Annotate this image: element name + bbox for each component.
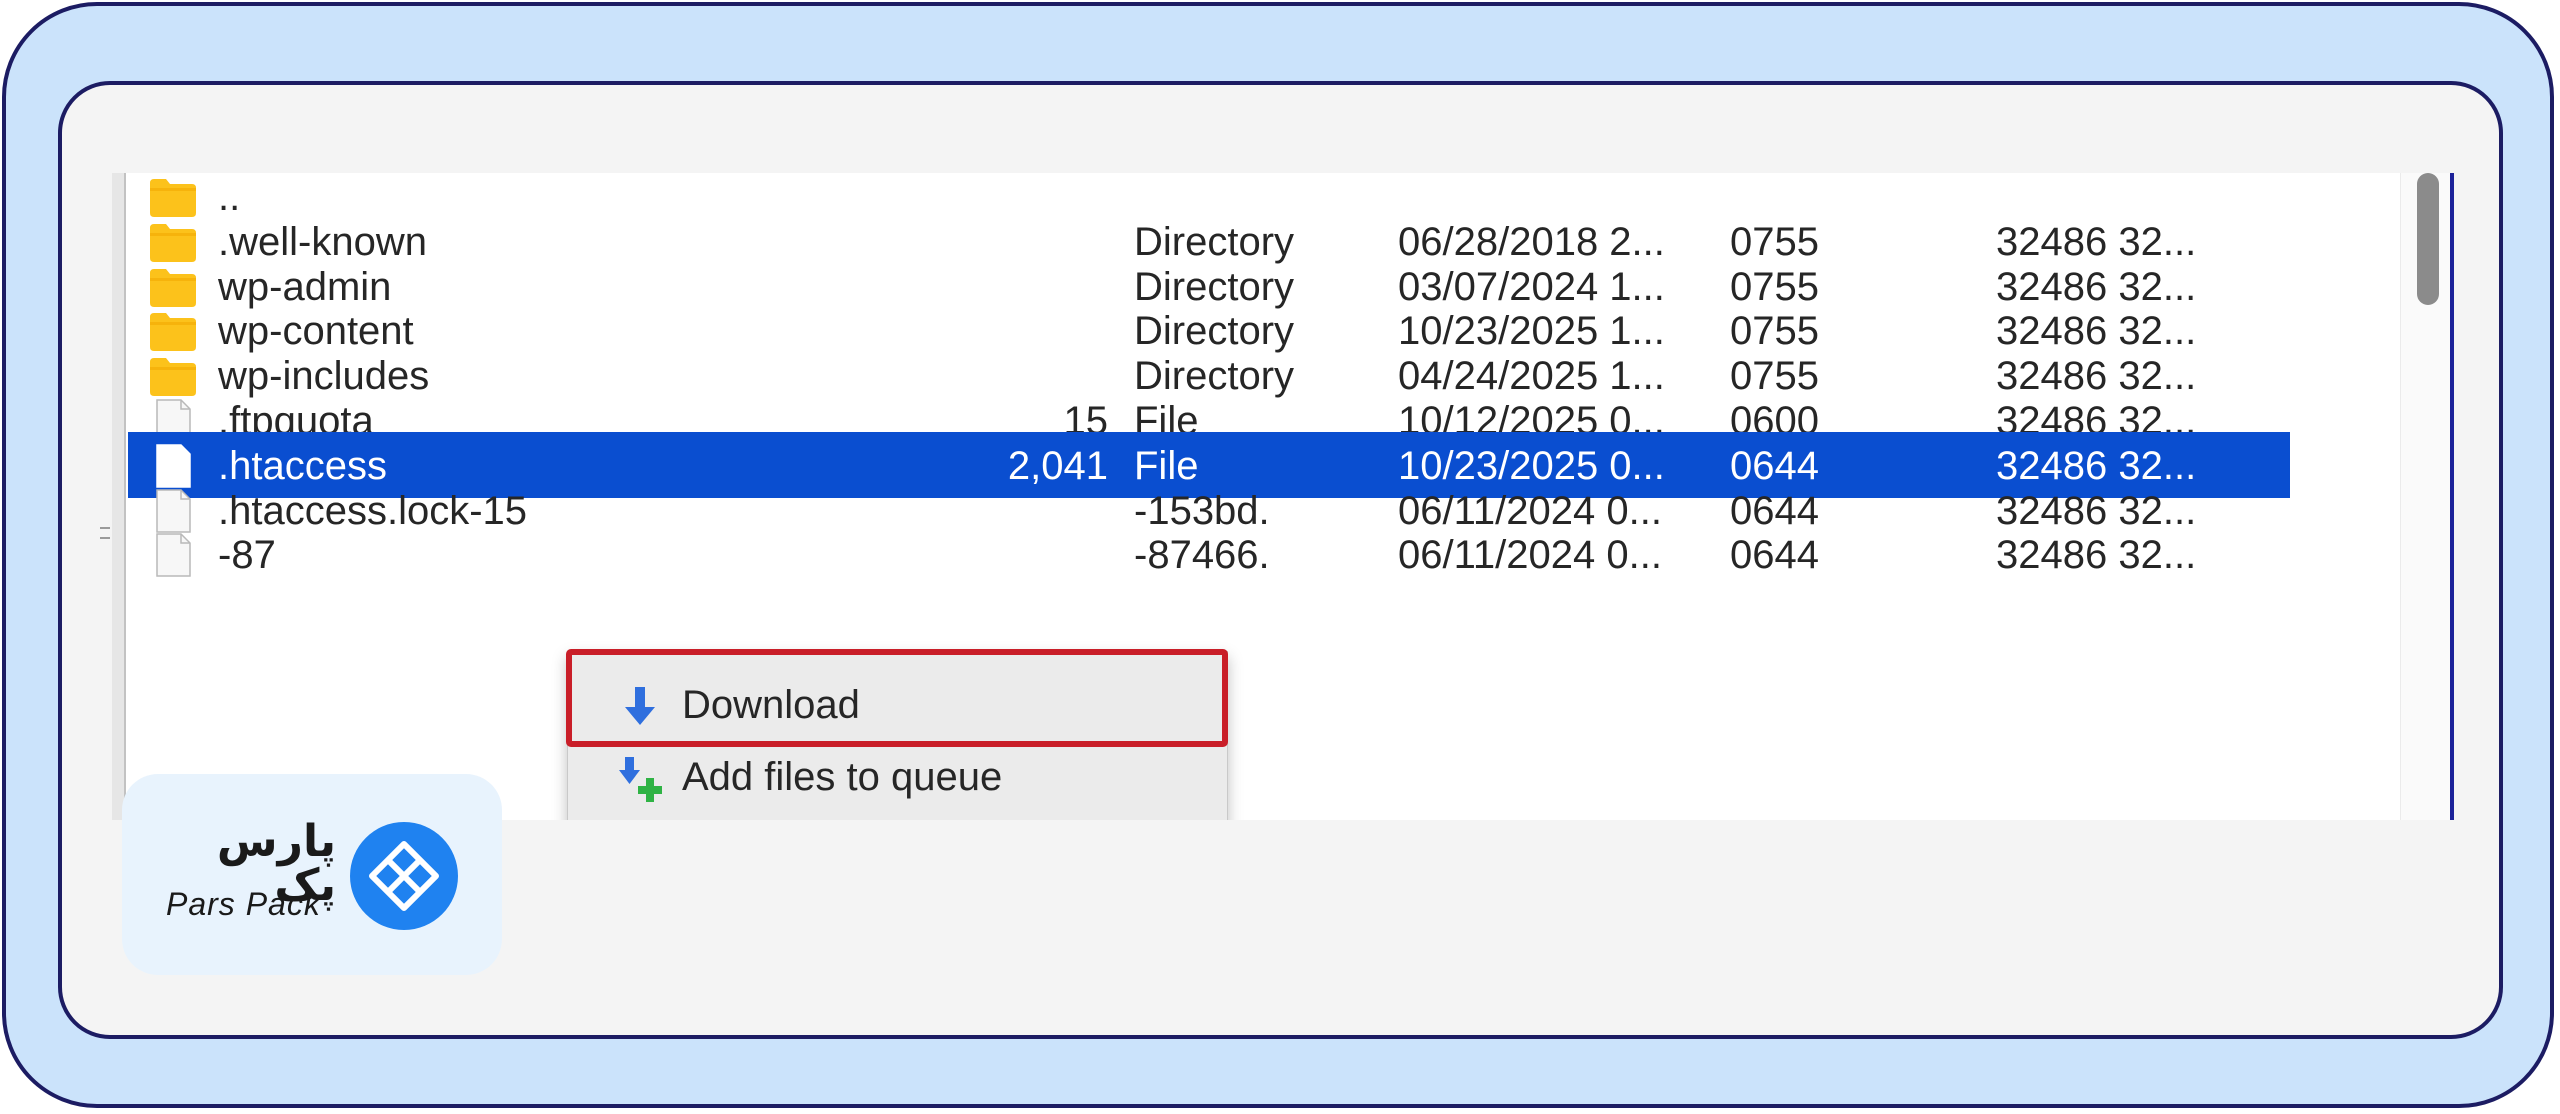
file-modified-date: 06/11/2024 0... bbox=[1398, 533, 1662, 578]
file-owner-group: 32486 32... bbox=[1996, 533, 2197, 578]
add-files-to-queue-label: Add files to queue bbox=[682, 755, 1003, 799]
file-icon bbox=[156, 533, 191, 578]
pane-left-border bbox=[112, 173, 126, 820]
file-permissions: 0644 bbox=[1730, 533, 1819, 578]
brand-name-fa: پارس پک bbox=[216, 816, 336, 911]
brand-logo-icon bbox=[350, 822, 458, 930]
file-name: -87 bbox=[218, 533, 276, 578]
add-to-queue-icon bbox=[619, 757, 662, 802]
file-row[interactable]: -87 -87466. 06/11/2024 0... 0644 32486 32... bbox=[128, 519, 2396, 591]
scrollbar-thumb[interactable] bbox=[2417, 173, 2439, 305]
file-type: -87466. bbox=[1134, 533, 1270, 578]
ftp-remote-file-list: .. .well-known Directory 06/28/2018 2... 075… bbox=[112, 173, 2454, 820]
download-highlight-box bbox=[566, 649, 1228, 747]
pane-split-handle[interactable] bbox=[100, 527, 110, 539]
brand-watermark: پارس پک Pars Pack bbox=[122, 774, 502, 975]
file-size bbox=[888, 519, 1108, 591]
menu-item-add-files-to-queue[interactable]: Add files to queue bbox=[568, 741, 1227, 813]
brand-name-en: Pars Pack bbox=[166, 886, 321, 922]
pane-right-edge bbox=[2450, 173, 2454, 820]
